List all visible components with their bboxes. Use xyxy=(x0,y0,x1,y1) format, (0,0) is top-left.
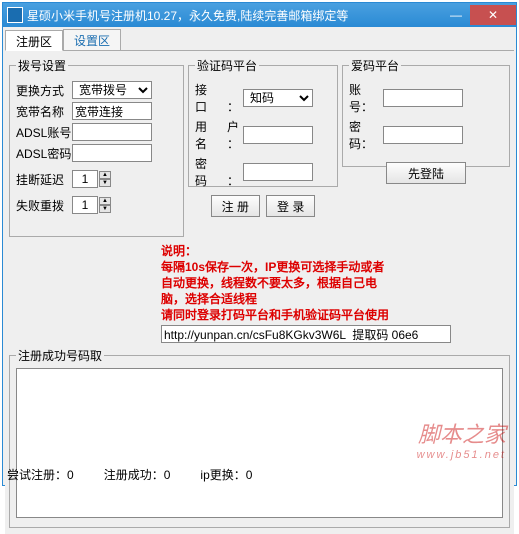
aima-login-button[interactable]: 先登陆 xyxy=(386,162,466,184)
tab-register[interactable]: 注册区 xyxy=(5,30,63,51)
verify-user-input[interactable] xyxy=(243,126,313,144)
aima-group: 爱码平台 账号： 密码： 先登陆 xyxy=(342,57,510,167)
dial-group: 拨号设置 更换方式 宽带拨号 宽带名称 ADSL账号 ADSL密码 xyxy=(9,57,184,237)
status-try: 尝试注册：0 xyxy=(7,466,74,483)
yunpan-link-input[interactable] xyxy=(161,325,451,343)
hangup-up-button[interactable]: ▲ xyxy=(99,171,111,179)
aima-legend: 爱码平台 xyxy=(349,57,401,74)
verify-pass-input[interactable] xyxy=(243,163,313,181)
broadband-name-label: 宽带名称 xyxy=(16,103,72,120)
retry-label: 失败重拨 xyxy=(16,197,72,214)
retry-down-button[interactable]: ▼ xyxy=(99,205,111,213)
adsl-user-label: ADSL账号 xyxy=(16,124,72,141)
dial-legend: 拨号设置 xyxy=(16,57,68,74)
results-group: 注册成功号码取 xyxy=(9,347,510,528)
adsl-pass-label: ADSL密码 xyxy=(16,145,72,162)
titlebar: 星硕小米手机号注册机10.27，永久免费,陆续完善邮箱绑定等 — ✕ xyxy=(3,3,516,27)
retry-input[interactable] xyxy=(72,196,98,214)
verify-port-select[interactable]: 知码 xyxy=(243,89,313,107)
status-ok: 注册成功：0 xyxy=(104,466,171,483)
verify-group: 验证码平台 接 口： 知码 用户名： 密 码： 注 册 xyxy=(188,57,338,187)
results-legend: 注册成功号码取 xyxy=(16,347,104,364)
adsl-pass-input[interactable] xyxy=(72,144,152,162)
hangup-delay-label: 挂断延迟 xyxy=(16,171,72,188)
app-icon xyxy=(7,7,23,23)
window-title: 星硕小米手机号注册机10.27，永久免费,陆续完善邮箱绑定等 xyxy=(27,7,442,24)
verify-port-label: 接 口： xyxy=(195,81,243,115)
hangup-delay-input[interactable] xyxy=(72,170,98,188)
verify-user-label: 用户名： xyxy=(195,118,243,152)
aima-user-input[interactable] xyxy=(383,89,463,107)
status-bar: 尝试注册：0 注册成功：0 ip更换：0 xyxy=(7,466,512,483)
tab-content-register: 拨号设置 更换方式 宽带拨号 宽带名称 ADSL账号 ADSL密码 xyxy=(5,51,514,534)
minimize-button[interactable]: — xyxy=(442,5,470,25)
adsl-user-input[interactable] xyxy=(72,123,152,141)
retry-up-button[interactable]: ▲ xyxy=(99,197,111,205)
notice-text: 说明： 每隔10s保存一次，IP更换可选择手动或者 自动更换，线程数不要太多，根… xyxy=(161,243,510,323)
app-window: 星硕小米手机号注册机10.27，永久免费,陆续完善邮箱绑定等 — ✕ 注册区 设… xyxy=(2,2,517,486)
status-ip: ip更换：0 xyxy=(200,466,252,483)
verify-login-button[interactable]: 登 录 xyxy=(266,195,315,217)
switch-mode-label: 更换方式 xyxy=(16,82,72,99)
close-button[interactable]: ✕ xyxy=(470,5,516,25)
tab-bar: 注册区 设置区 xyxy=(5,29,514,51)
aima-user-label: 账号： xyxy=(349,81,383,115)
verify-pass-label: 密 码： xyxy=(195,155,243,189)
aima-pass-label: 密码： xyxy=(349,118,383,152)
broadband-name-input[interactable] xyxy=(72,102,152,120)
aima-pass-input[interactable] xyxy=(383,126,463,144)
verify-register-button[interactable]: 注 册 xyxy=(211,195,260,217)
verify-legend: 验证码平台 xyxy=(195,57,259,74)
results-textarea[interactable] xyxy=(16,368,503,518)
switch-mode-select[interactable]: 宽带拨号 xyxy=(72,81,152,99)
tab-settings[interactable]: 设置区 xyxy=(63,29,121,50)
hangup-down-button[interactable]: ▼ xyxy=(99,179,111,187)
